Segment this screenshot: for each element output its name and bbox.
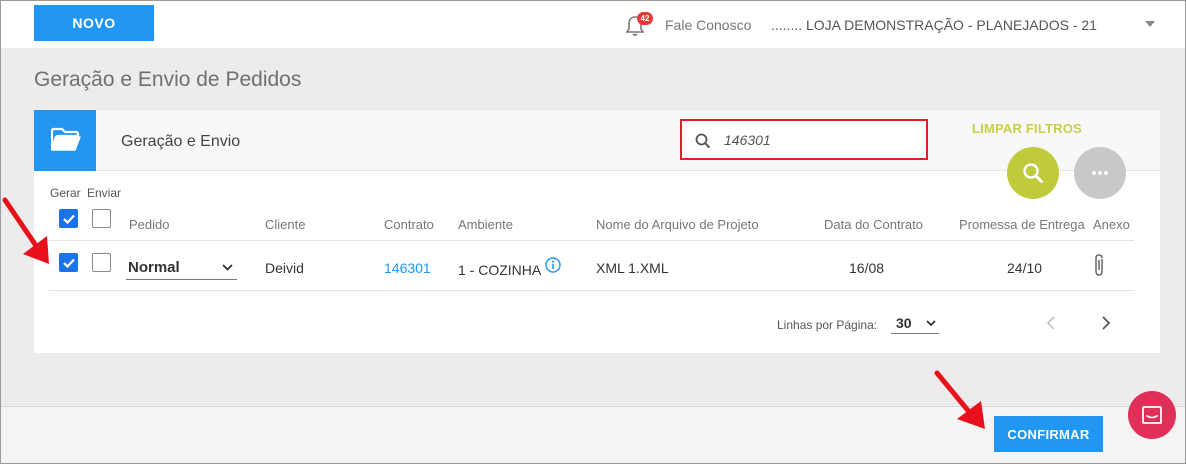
store-selector[interactable]: ........ LOJA DEMONSTRAÇÃO - PLANEJADOS … bbox=[771, 17, 1097, 33]
cell-data-contrato: 16/08 bbox=[849, 260, 885, 276]
arrow-icon bbox=[2, 197, 49, 264]
clear-filters-link[interactable]: LIMPAR FILTROS bbox=[972, 121, 1082, 136]
col-data-contrato[interactable]: Data do Contrato bbox=[824, 217, 923, 232]
order-type-select[interactable]: Normal bbox=[126, 254, 237, 280]
chat-icon bbox=[1142, 406, 1162, 424]
checkmark-icon bbox=[63, 214, 75, 225]
footer-bar: CONFIRMAR bbox=[1, 406, 1185, 463]
chevron-down-icon bbox=[222, 264, 233, 271]
col-cliente[interactable]: Cliente bbox=[265, 217, 305, 232]
top-bar: NOVO 42 Fale Conosco ........ LOJA DEMON… bbox=[1, 1, 1185, 48]
cell-promessa: 24/10 bbox=[1007, 260, 1043, 276]
folder-icon bbox=[34, 110, 96, 171]
search-icon bbox=[695, 133, 711, 149]
chevron-down-icon[interactable] bbox=[1145, 21, 1155, 27]
cell-contrato-link[interactable]: 146301 bbox=[384, 260, 431, 276]
col-pedido[interactable]: Pedido bbox=[129, 217, 169, 232]
more-icon bbox=[1092, 171, 1108, 175]
header-divider bbox=[49, 240, 1134, 241]
orders-card: Geração e Envio LIMPAR FILTROS bbox=[34, 110, 1160, 353]
card-header: Geração e Envio LIMPAR FILTROS bbox=[34, 110, 1160, 171]
new-button[interactable]: NOVO bbox=[34, 5, 154, 41]
card-title: Geração e Envio bbox=[121, 133, 241, 150]
cell-arquivo: XML 1.XML bbox=[596, 260, 669, 276]
search-button[interactable] bbox=[1007, 147, 1059, 199]
cell-ambiente: 1 - COZINHA bbox=[458, 262, 542, 278]
paperclip-icon[interactable] bbox=[1092, 253, 1106, 282]
arrow-icon bbox=[934, 370, 985, 429]
chevron-down-icon bbox=[926, 320, 936, 327]
more-options-button[interactable] bbox=[1074, 147, 1126, 199]
notifications-badge: 42 bbox=[637, 12, 653, 25]
contact-link[interactable]: Fale Conosco bbox=[665, 17, 751, 33]
rows-per-page-value: 30 bbox=[896, 315, 912, 331]
row-enviar-checkbox[interactable] bbox=[92, 253, 111, 272]
search-box[interactable] bbox=[680, 119, 928, 160]
enviar-label: Enviar bbox=[87, 186, 122, 200]
search-icon bbox=[1023, 163, 1043, 183]
row-divider bbox=[49, 290, 1134, 291]
checkmark-icon bbox=[63, 258, 75, 269]
cell-cliente: Deivid bbox=[265, 260, 304, 276]
col-anexo[interactable]: Anexo bbox=[1093, 217, 1130, 232]
select-all-gerar-checkbox[interactable] bbox=[59, 209, 78, 228]
rows-per-page-label: Linhas por Página: bbox=[777, 318, 878, 332]
col-arquivo[interactable]: Nome do Arquivo de Projeto bbox=[596, 217, 759, 232]
select-all-enviar-checkbox[interactable] bbox=[92, 209, 111, 228]
page-title: Geração e Envio de Pedidos bbox=[34, 68, 302, 91]
col-promessa[interactable]: Promessa de Entrega bbox=[959, 217, 1085, 232]
chevron-left-icon[interactable] bbox=[1046, 315, 1056, 336]
app-frame: NOVO 42 Fale Conosco ........ LOJA DEMON… bbox=[0, 0, 1186, 464]
col-ambiente[interactable]: Ambiente bbox=[458, 217, 513, 232]
main-content: Geração e Envio de Pedidos Geração e Env… bbox=[1, 48, 1185, 406]
row-gerar-checkbox[interactable] bbox=[59, 253, 78, 272]
col-contrato[interactable]: Contrato bbox=[384, 217, 434, 232]
info-icon[interactable] bbox=[545, 257, 561, 273]
confirm-button[interactable]: CONFIRMAR bbox=[994, 416, 1103, 452]
rows-per-page-select[interactable]: 30 bbox=[891, 312, 939, 334]
chat-launcher[interactable] bbox=[1128, 391, 1176, 439]
chevron-right-icon[interactable] bbox=[1101, 315, 1111, 336]
order-type-value: Normal bbox=[128, 259, 180, 276]
search-input[interactable] bbox=[724, 129, 914, 151]
